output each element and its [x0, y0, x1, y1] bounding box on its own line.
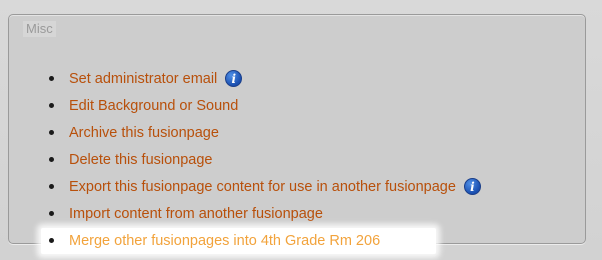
screen-background: Misc Set administrator email i Edit Back…	[0, 0, 602, 260]
bullet-icon	[49, 157, 54, 162]
merge-fusionpages-link[interactable]: Merge other fusionpages into 4th Grade R…	[69, 233, 380, 249]
bullet-icon	[49, 130, 54, 135]
set-admin-email-link[interactable]: Set administrator email	[69, 71, 217, 87]
export-content-link[interactable]: Export this fusionpage content for use i…	[69, 179, 456, 195]
list-item-set-admin-email: Set administrator email i	[49, 65, 481, 92]
list-item-export: Export this fusionpage content for use i…	[49, 173, 481, 200]
bullet-icon	[49, 103, 54, 108]
info-icon[interactable]: i	[225, 70, 243, 87]
list-item-merge: Merge other fusionpages into 4th Grade R…	[41, 227, 481, 254]
fieldset-legend: Misc	[23, 21, 56, 37]
edit-background-link[interactable]: Edit Background or Sound	[69, 98, 238, 114]
bullet-icon	[49, 238, 54, 243]
bullet-icon	[49, 211, 54, 216]
list-item-delete: Delete this fusionpage	[49, 146, 481, 173]
info-icon[interactable]: i	[463, 178, 481, 195]
bullet-icon	[49, 184, 54, 189]
archive-fusionpage-link[interactable]: Archive this fusionpage	[69, 125, 219, 141]
import-content-link[interactable]: Import content from another fusionpage	[69, 206, 323, 222]
misc-action-list: Set administrator email i Edit Backgroun…	[41, 65, 481, 254]
delete-fusionpage-link[interactable]: Delete this fusionpage	[69, 152, 213, 168]
list-item-archive: Archive this fusionpage	[49, 119, 481, 146]
bullet-icon	[49, 76, 54, 81]
misc-fieldset: Misc Set administrator email i Edit Back…	[8, 14, 586, 254]
list-item-edit-background: Edit Background or Sound	[49, 92, 481, 119]
list-item-import: Import content from another fusionpage	[49, 200, 481, 227]
